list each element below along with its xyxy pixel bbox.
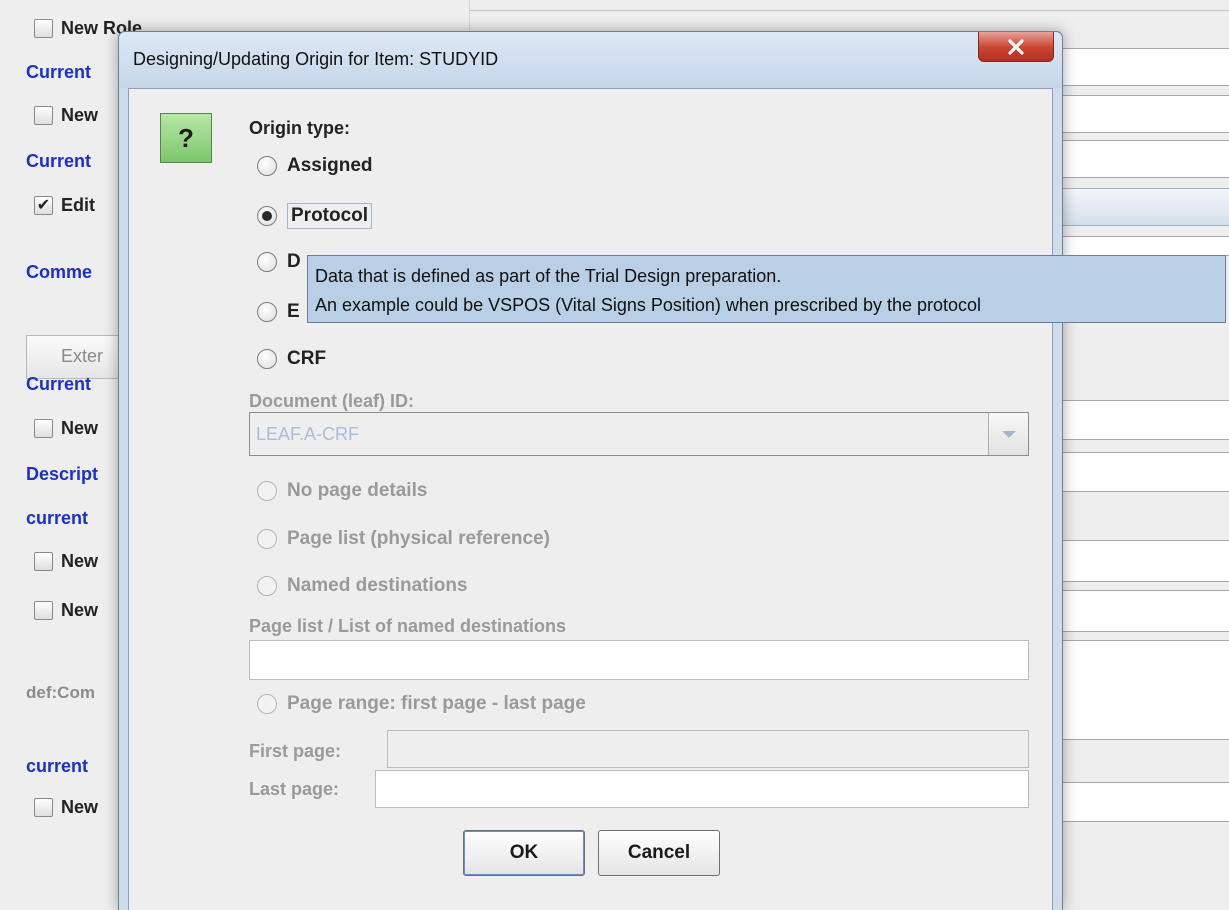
dropdown-arrow-icon[interactable] (988, 413, 1028, 455)
checkbox-row[interactable]: New (34, 418, 98, 439)
page-list-input[interactable] (249, 640, 1029, 680)
checkbox[interactable] (34, 19, 53, 38)
cancel-button[interactable]: Cancel (598, 830, 720, 876)
close-button[interactable] (978, 32, 1054, 62)
checkbox-label: New (61, 105, 99, 125)
radio-icon[interactable] (257, 252, 277, 272)
radio-label: Assigned (287, 155, 373, 176)
radio-page-list[interactable]: Page list (physical reference) (257, 528, 550, 550)
radio-icon[interactable] (257, 576, 277, 596)
radio-derived[interactable]: D (257, 251, 301, 273)
origin-dialog: Designing/Updating Origin for Item: STUD… (118, 31, 1063, 910)
background-field[interactable] (1050, 236, 1229, 256)
background-field[interactable] (1050, 48, 1229, 86)
radio-label: D (287, 251, 301, 272)
radio-assigned[interactable]: Assigned (257, 155, 373, 177)
radio-label: CRF (287, 348, 327, 369)
document-id-label: Document (leaf) ID: (249, 391, 415, 411)
checkbox-label: Edit (61, 195, 95, 215)
radio-icon[interactable] (257, 529, 277, 549)
background-field[interactable] (1050, 590, 1229, 632)
background-field[interactable] (1050, 95, 1229, 133)
dialog-titlebar[interactable]: Designing/Updating Origin for Item: STUD… (119, 32, 1062, 88)
radio-label: Protocol (287, 203, 373, 229)
checkbox[interactable] (34, 798, 53, 817)
origin-type-label: Origin type: (249, 118, 351, 138)
section-label: Current (26, 62, 92, 82)
background-field[interactable] (1050, 400, 1229, 440)
background-field[interactable] (1050, 540, 1229, 582)
checkbox[interactable] (34, 106, 53, 125)
radio-icon[interactable] (257, 156, 277, 176)
ok-button[interactable]: OK (463, 830, 585, 876)
radio-e[interactable]: E (257, 301, 300, 323)
radio-crf[interactable]: CRF (257, 348, 326, 370)
last-page-input[interactable] (375, 770, 1029, 808)
checkbox-row[interactable]: ✔ Edit (34, 195, 95, 216)
checkbox-row[interactable]: New (34, 600, 98, 621)
tooltip-line-2: An example could be VSPOS (Vital Signs P… (315, 295, 982, 315)
radio-label: Page list (physical reference) (287, 528, 550, 549)
background-field[interactable] (1050, 640, 1229, 740)
radio-named-destinations[interactable]: Named destinations (257, 575, 468, 597)
radio-icon[interactable] (257, 694, 277, 714)
radio-page-range[interactable]: Page range: first page - last page (257, 693, 586, 715)
radio-icon[interactable] (257, 302, 277, 322)
close-x-icon (1008, 38, 1024, 55)
selected-row[interactable] (1050, 188, 1229, 226)
question-mark-icon: ? (160, 113, 212, 163)
radio-selected-icon[interactable] (257, 206, 277, 226)
section-label: Descript (26, 464, 99, 484)
radio-protocol[interactable]: Protocol (257, 203, 373, 229)
checkbox-row[interactable]: New (34, 105, 98, 126)
checkbox[interactable] (34, 552, 53, 571)
radio-icon[interactable] (257, 349, 277, 369)
checkbox-label: New (61, 551, 99, 571)
protocol-tooltip: Data that is defined as part of the Tria… (307, 255, 1226, 323)
first-page-label: First page: (249, 741, 342, 761)
checkbox[interactable] (34, 419, 53, 438)
divider (470, 10, 1229, 11)
checkbox-label: New (61, 797, 99, 817)
def-comment-label: def:Com (26, 683, 95, 702)
tooltip-line-1: Data that is defined as part of the Tria… (315, 266, 782, 286)
dialog-content: ? Origin type: Assigned Protocol D E CRF… (128, 88, 1053, 910)
radio-label: E (287, 301, 300, 322)
last-page-label: Last page: (249, 779, 340, 799)
radio-no-page-details[interactable]: No page details (257, 480, 427, 502)
document-id-combobox[interactable]: LEAF.A-CRF (249, 412, 1029, 456)
checkbox-label: New (61, 418, 99, 438)
dialog-title: Designing/Updating Origin for Item: STUD… (133, 49, 499, 69)
checkbox-row[interactable]: New (34, 797, 98, 818)
first-page-input[interactable] (387, 730, 1029, 768)
radio-label: No page details (287, 480, 428, 501)
section-label: Current (26, 151, 92, 171)
checkbox-label: New (61, 600, 99, 620)
checkbox-checked[interactable]: ✔ (34, 196, 53, 215)
section-label: current (26, 756, 89, 776)
section-label: current (26, 508, 89, 528)
background-field[interactable] (1050, 140, 1229, 178)
document-id-value: LEAF.A-CRF (256, 424, 360, 444)
radio-label: Named destinations (287, 575, 468, 596)
background-field[interactable] (1050, 782, 1229, 822)
section-label: Current (26, 374, 92, 394)
radio-label: Page range: first page - last page (287, 693, 586, 714)
section-label: Comme (26, 262, 93, 282)
checkbox[interactable] (34, 601, 53, 620)
page-list-label: Page list / List of named destinations (249, 616, 567, 636)
checkbox-row[interactable]: New (34, 551, 98, 572)
radio-icon[interactable] (257, 481, 277, 501)
background-field[interactable] (1050, 452, 1229, 492)
